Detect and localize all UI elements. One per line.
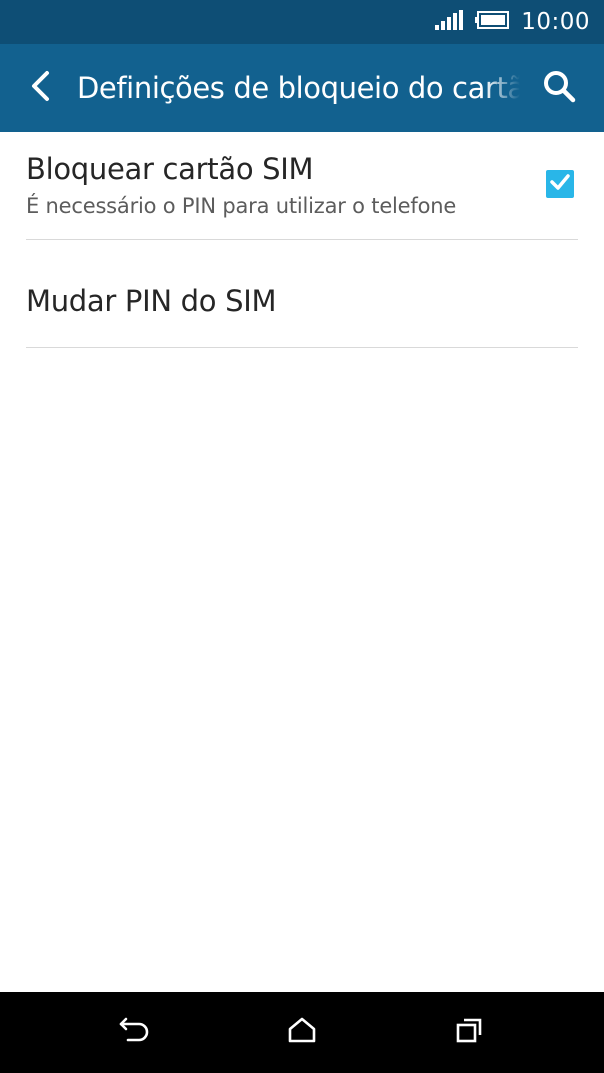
back-button[interactable] <box>20 66 60 110</box>
search-button[interactable] <box>536 66 582 110</box>
page-title: Definições de bloqueio do cartão SIM <box>77 71 520 105</box>
change-sim-pin-item[interactable]: Mudar PIN do SIM <box>26 240 578 348</box>
settings-list: Bloquear cartão SIM É necessário o PIN p… <box>0 132 604 348</box>
back-icon <box>119 1016 149 1049</box>
app-bar: Definições de bloqueio do cartão SIM <box>0 44 604 132</box>
lock-sim-card-subtitle: É necessário o PIN para utilizar o telef… <box>26 194 457 218</box>
nav-back-button[interactable] <box>94 992 174 1073</box>
signal-icon <box>435 9 464 35</box>
lock-sim-card-title: Bloquear cartão SIM <box>26 152 314 186</box>
lock-sim-card-item[interactable]: Bloquear cartão SIM É necessário o PIN p… <box>26 132 578 240</box>
home-icon <box>287 1016 317 1049</box>
checkmark-icon <box>549 172 571 197</box>
recents-icon <box>455 1016 485 1049</box>
status-bar: 10:00 <box>0 0 604 44</box>
status-time: 10:00 <box>521 9 590 35</box>
lock-sim-card-checkbox[interactable] <box>546 170 574 198</box>
battery-icon <box>475 10 510 34</box>
status-icons: 10:00 <box>435 0 590 44</box>
nav-home-button[interactable] <box>262 992 342 1073</box>
navigation-bar <box>0 992 604 1073</box>
nav-recents-button[interactable] <box>430 992 510 1073</box>
back-arrow-icon <box>29 70 51 107</box>
search-icon <box>542 69 576 108</box>
change-sim-pin-title: Mudar PIN do SIM <box>26 284 277 318</box>
